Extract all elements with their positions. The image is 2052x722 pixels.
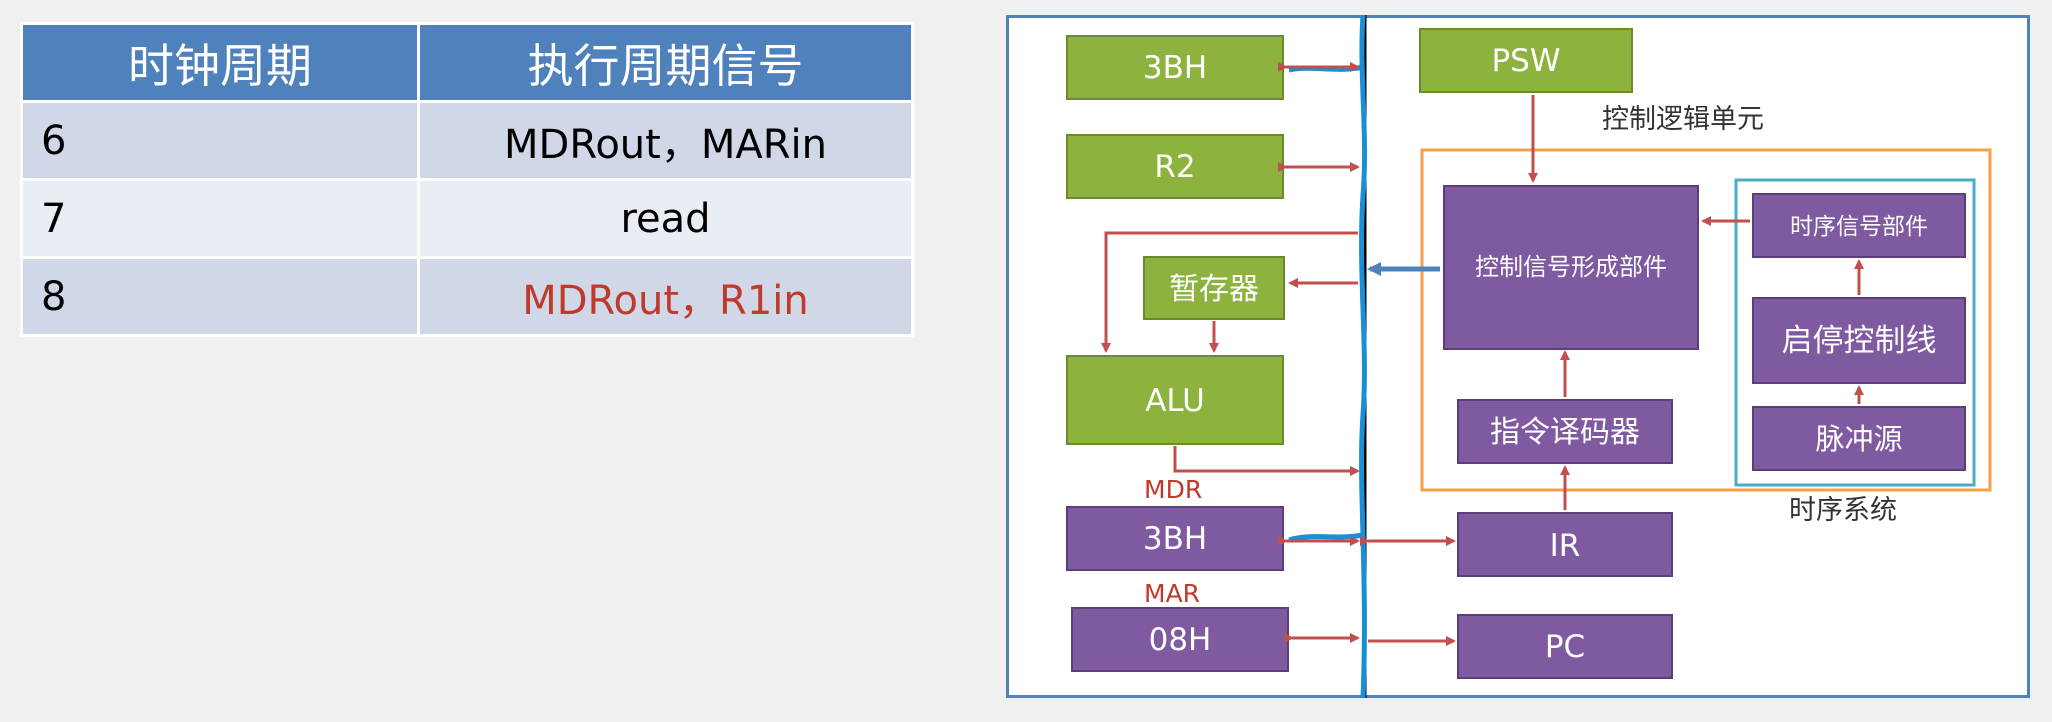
mdr-register-label: 3BH xyxy=(1143,521,1207,557)
alu-label: ALU xyxy=(1145,383,1205,419)
cell-signal-highlight: MDRout，R1in xyxy=(417,256,914,337)
cell-cycle: 6 xyxy=(20,100,420,181)
mar-register: 08H xyxy=(1071,607,1289,672)
table-row: 7 read xyxy=(20,178,914,259)
pulse-source: 脉冲源 xyxy=(1752,406,1966,471)
timing-table: 时钟周期 执行周期信号 6 MDRout，MARin 7 read 8 MDRo… xyxy=(20,22,914,337)
register-3bh: 3BH xyxy=(1066,35,1284,100)
program-counter-label: PC xyxy=(1545,629,1585,665)
mar-register-label: 08H xyxy=(1149,622,1212,658)
control-signal-former-label: 控制信号形成部件 xyxy=(1475,253,1667,281)
header-exec-signal: 执行周期信号 xyxy=(417,22,914,103)
instruction-decoder-label: 指令译码器 xyxy=(1490,415,1640,450)
bus-tick-mdr xyxy=(1288,532,1364,543)
program-counter: PC xyxy=(1457,614,1673,679)
instruction-register: IR xyxy=(1457,512,1673,577)
table-row: 8 MDRout，R1in xyxy=(20,256,914,337)
mdr-register: 3BH xyxy=(1066,506,1284,571)
register-r2-label: R2 xyxy=(1154,149,1195,185)
table-row: 6 MDRout，MARin xyxy=(20,100,914,181)
timing-system-label: 时序系统 xyxy=(1789,495,1897,526)
table-header-row: 时钟周期 执行周期信号 xyxy=(20,22,914,103)
control-signal-former: 控制信号形成部件 xyxy=(1443,185,1699,350)
start-stop-control: 启停控制线 xyxy=(1752,297,1966,384)
register-3bh-label: 3BH xyxy=(1143,50,1207,86)
cell-cycle: 7 xyxy=(20,178,420,259)
temp-register: 暂存器 xyxy=(1143,256,1285,320)
header-clock-cycle: 时钟周期 xyxy=(20,22,420,103)
temp-register-label: 暂存器 xyxy=(1169,272,1259,307)
psw-register: PSW xyxy=(1419,28,1633,93)
instruction-register-label: IR xyxy=(1550,528,1581,564)
control-logic-label: 控制逻辑单元 xyxy=(1602,104,1764,135)
arrow-alu-bus xyxy=(1173,446,1360,476)
start-stop-control-label: 启停控制线 xyxy=(1782,323,1937,359)
alu: ALU xyxy=(1066,355,1284,445)
register-r2: R2 xyxy=(1066,134,1284,199)
cell-cycle: 8 xyxy=(20,256,420,337)
mdr-label: MDR xyxy=(1144,475,1202,504)
timing-signal-unit: 时序信号部件 xyxy=(1752,193,1966,258)
instruction-decoder: 指令译码器 xyxy=(1457,399,1673,464)
mar-label: MAR xyxy=(1144,579,1200,608)
cell-signal: read xyxy=(417,178,914,259)
bus-highlight xyxy=(1359,15,1368,698)
cell-signal: MDRout，MARin xyxy=(417,100,914,181)
timing-signal-unit-label: 时序信号部件 xyxy=(1790,214,1928,240)
pulse-source-label: 脉冲源 xyxy=(1815,422,1902,456)
cpu-diagram: 3BH R2 暂存器 ALU 3BH 08H MDR MAR PSW 控制逻辑单… xyxy=(1066,15,1992,698)
psw-register-label: PSW xyxy=(1491,43,1560,79)
